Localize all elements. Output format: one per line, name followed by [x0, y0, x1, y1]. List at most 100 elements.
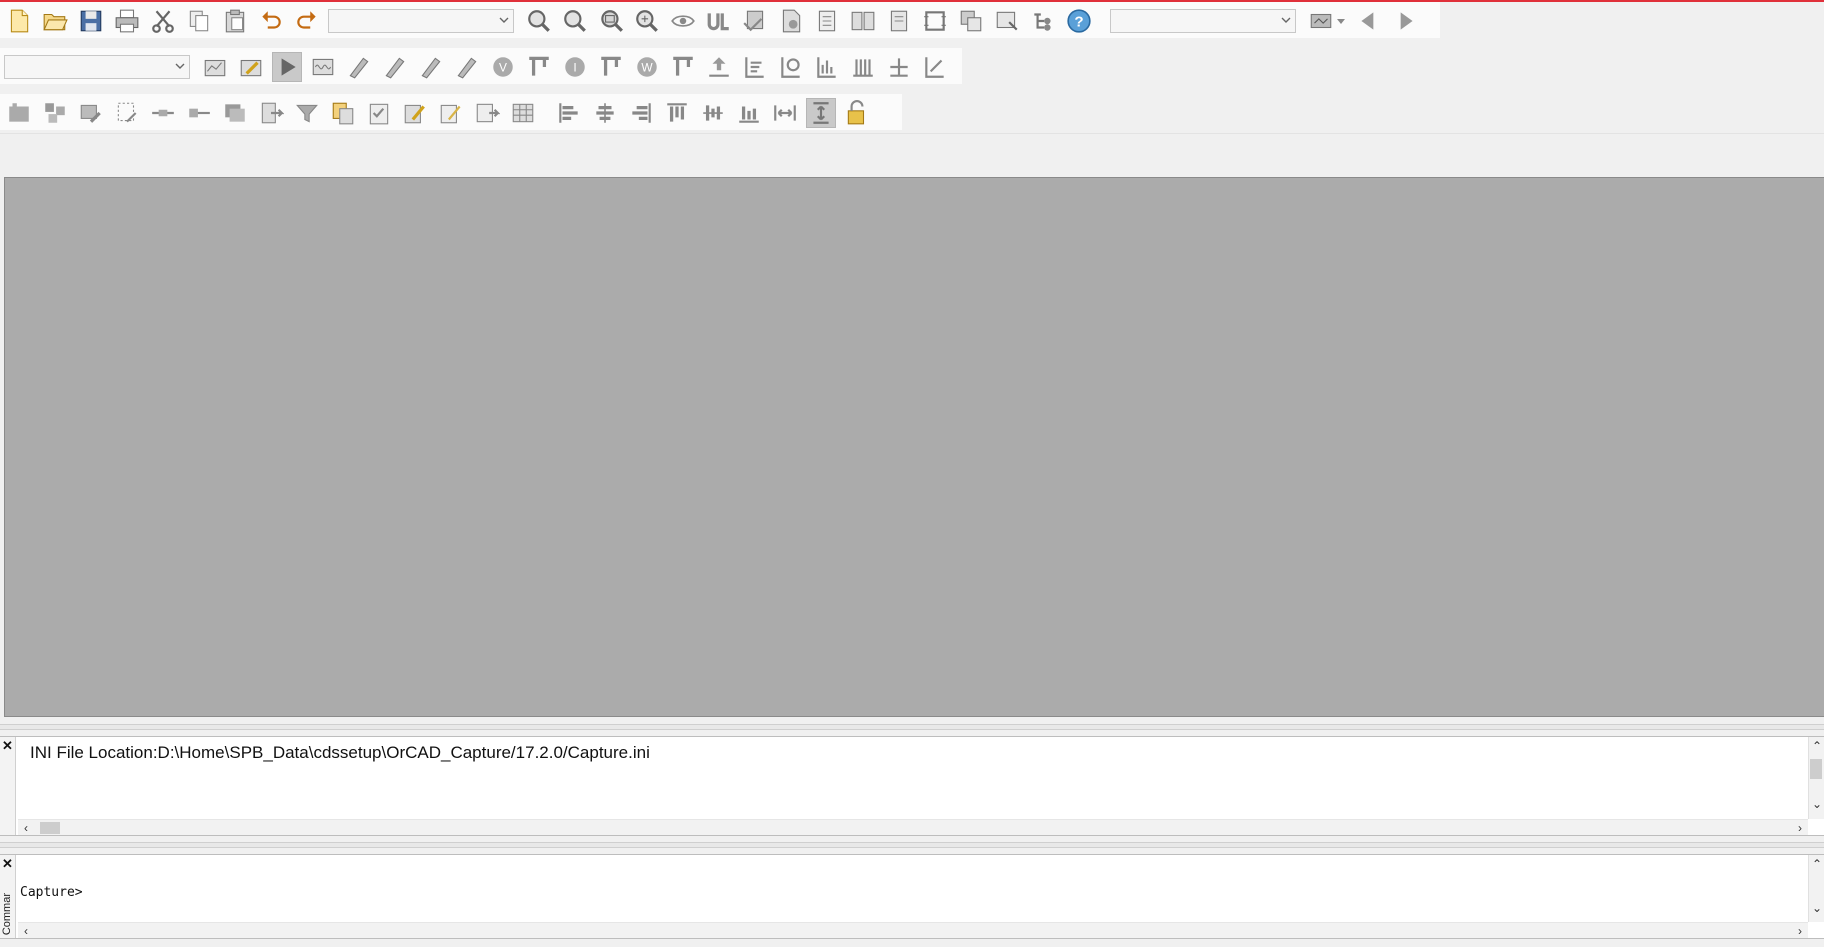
edit-part-icon[interactable]: [76, 98, 106, 128]
library-icon[interactable]: [4, 98, 34, 128]
probe-power-icon[interactable]: [416, 52, 446, 82]
session-log-vscroll-thumb[interactable]: [1810, 759, 1822, 779]
bus-entry-icon[interactable]: [184, 98, 214, 128]
place-part-icon[interactable]: [740, 6, 770, 36]
open-folder-icon[interactable]: [40, 6, 70, 36]
view-eye-icon[interactable]: [668, 6, 698, 36]
toolbar-drawing-row: [4, 98, 878, 128]
find-icon[interactable]: [1306, 6, 1336, 36]
previous-icon[interactable]: [1354, 6, 1384, 36]
tree-icon[interactable]: [1028, 6, 1058, 36]
align-bottom-icon[interactable]: [734, 98, 764, 128]
chevron-right-icon[interactable]: ›: [1798, 924, 1802, 938]
close-icon[interactable]: ✕: [2, 739, 13, 753]
command-window-horizontal-scrollbar[interactable]: ‹ ›: [18, 922, 1808, 938]
design-rules-icon[interactable]: [112, 98, 142, 128]
chevron-left-icon[interactable]: ‹: [24, 924, 28, 938]
command-window-vertical-scrollbar[interactable]: ⌃ ⌄: [1808, 855, 1824, 922]
session-log-vertical-scrollbar[interactable]: ⌃ ⌄: [1808, 737, 1824, 819]
command-prompt[interactable]: Capture>: [20, 885, 83, 900]
chevron-right-icon[interactable]: ›: [1798, 821, 1802, 835]
zoom-level-combobox[interactable]: [1110, 9, 1296, 33]
marker-a-icon[interactable]: [740, 52, 770, 82]
align-left-icon[interactable]: [554, 98, 584, 128]
toolbar-simulation-row: V I W: [4, 52, 956, 82]
probe-current-icon[interactable]: [380, 52, 410, 82]
snap-grid-icon[interactable]: [956, 6, 986, 36]
align-middle-icon[interactable]: [698, 98, 728, 128]
voltage-marker-icon[interactable]: V: [488, 52, 518, 82]
align-right-icon[interactable]: [626, 98, 656, 128]
splitter-command-window[interactable]: [0, 842, 1824, 848]
column-chart-icon[interactable]: [848, 52, 878, 82]
zoom-out-icon[interactable]: [560, 6, 590, 36]
chevron-down-icon[interactable]: ⌄: [1812, 901, 1822, 915]
distribute-horizontal-icon[interactable]: [770, 98, 800, 128]
table-icon[interactable]: [508, 98, 538, 128]
probe-diff-icon[interactable]: [452, 52, 482, 82]
page-icon[interactable]: [884, 6, 914, 36]
print-icon[interactable]: [112, 6, 142, 36]
simulation-profile-combobox[interactable]: [4, 55, 190, 79]
hierarchy-icon[interactable]: [40, 98, 70, 128]
next-page-icon[interactable]: [472, 98, 502, 128]
bias-current-icon[interactable]: [596, 52, 626, 82]
toolbar-dock-area: [0, 133, 1824, 178]
view-waveform-icon[interactable]: [308, 52, 338, 82]
edit-icon[interactable]: [400, 98, 430, 128]
new-file-icon[interactable]: [4, 6, 34, 36]
help-icon[interactable]: ?: [1064, 6, 1094, 36]
copy-design-icon[interactable]: [328, 98, 358, 128]
checklist-icon[interactable]: [364, 98, 394, 128]
marker-d-icon[interactable]: [884, 52, 914, 82]
zoom-all-icon[interactable]: [632, 6, 662, 36]
bar-chart-icon[interactable]: [812, 52, 842, 82]
marker-b-icon[interactable]: [776, 52, 806, 82]
document-icon[interactable]: [812, 6, 842, 36]
new-simulation-profile-icon[interactable]: [200, 52, 230, 82]
fit-frame-icon[interactable]: [920, 6, 950, 36]
part-combobox[interactable]: [328, 9, 514, 33]
probe-voltage-icon[interactable]: [344, 52, 374, 82]
align-center-icon[interactable]: [590, 98, 620, 128]
align-top-icon[interactable]: [662, 98, 692, 128]
copy-icon[interactable]: [184, 6, 214, 36]
bias-voltage-icon[interactable]: [524, 52, 554, 82]
two-page-icon[interactable]: [848, 6, 878, 36]
lock-icon[interactable]: [842, 98, 872, 128]
find-dropdown[interactable]: [1336, 6, 1346, 36]
chevron-down-icon[interactable]: ⌄: [1812, 797, 1822, 811]
chevron-left-icon[interactable]: ‹: [24, 821, 28, 835]
place-page-icon[interactable]: [776, 6, 806, 36]
marker-e-icon[interactable]: [920, 52, 950, 82]
session-log-hscroll-thumb[interactable]: [40, 822, 60, 834]
paste-icon[interactable]: [220, 6, 250, 36]
edit-simulation-icon[interactable]: [236, 52, 266, 82]
chevron-up-icon[interactable]: ⌃: [1812, 857, 1822, 871]
chevron-up-icon[interactable]: ⌃: [1812, 739, 1822, 753]
command-window-tab-label[interactable]: Commar: [1, 893, 13, 935]
export-icon[interactable]: [256, 98, 286, 128]
filter-icon[interactable]: [292, 98, 322, 128]
undo-icon[interactable]: [256, 6, 286, 36]
net-alias-icon[interactable]: [148, 98, 178, 128]
close-icon[interactable]: ✕: [2, 857, 13, 871]
zoom-area-icon[interactable]: [596, 6, 626, 36]
zoom-in-icon[interactable]: [524, 6, 554, 36]
toggle-bias-icon[interactable]: [704, 52, 734, 82]
edit-props-icon[interactable]: [436, 98, 466, 128]
ul-icon[interactable]: [704, 6, 734, 36]
session-log-horizontal-scrollbar[interactable]: ‹ ›: [18, 819, 1808, 835]
distribute-vertical-icon[interactable]: [806, 98, 836, 128]
area-select-icon[interactable]: [992, 6, 1022, 36]
power-marker-icon[interactable]: W: [632, 52, 662, 82]
run-icon[interactable]: [272, 52, 302, 82]
bias-power-icon[interactable]: [668, 52, 698, 82]
redo-icon[interactable]: [292, 6, 322, 36]
layers-icon[interactable]: [220, 98, 250, 128]
save-icon[interactable]: [76, 6, 106, 36]
splitter-session-log[interactable]: [0, 724, 1824, 730]
current-marker-icon[interactable]: I: [560, 52, 590, 82]
next-icon[interactable]: [1390, 6, 1420, 36]
cut-icon[interactable]: [148, 6, 178, 36]
